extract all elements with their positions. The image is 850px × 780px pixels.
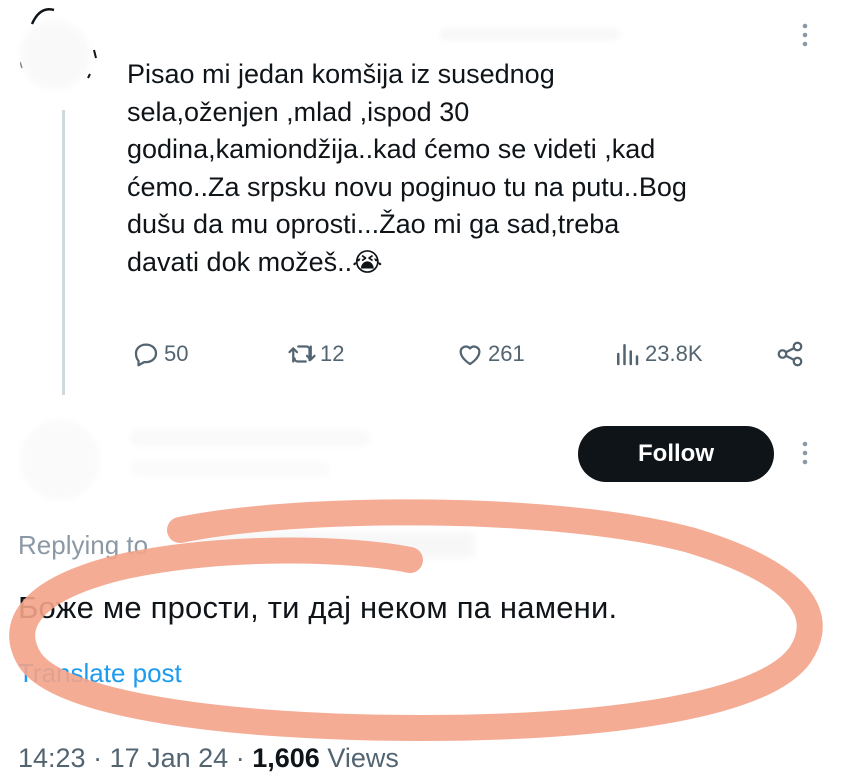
- follow-button[interactable]: Follow: [578, 426, 774, 482]
- post-meta: 14:23 · 17 Jan 24 · 1,606 Views: [18, 743, 399, 774]
- tweet-body: Pisao mi jedan komšija iz susednog sela,…: [127, 59, 687, 277]
- views-icon: [617, 344, 639, 366]
- username-redacted: [440, 28, 620, 40]
- replying-to: Replying to: [18, 530, 148, 561]
- replying-handle-redacted: [195, 532, 475, 558]
- meta-separator: ·: [93, 743, 110, 773]
- post-views-label: Views: [327, 743, 399, 773]
- reply-more-icon[interactable]: [800, 440, 810, 470]
- reply-count: 50: [164, 341, 189, 366]
- retweet-count: 12: [320, 341, 345, 366]
- share-icon: [777, 341, 803, 367]
- views-button[interactable]: 23.8K: [612, 336, 703, 372]
- translate-post-link[interactable]: Translate post: [18, 658, 182, 689]
- more-icon[interactable]: [800, 22, 810, 52]
- reply-name-redacted: [130, 430, 370, 446]
- post-views-count: 1,606: [252, 743, 320, 773]
- crying-emoji: 😭: [352, 246, 383, 277]
- post-time: 14:23: [18, 743, 86, 773]
- retweet-icon: [288, 345, 316, 363]
- views-count: 23.8K: [645, 341, 703, 366]
- meta-separator: ·: [235, 743, 253, 773]
- avatar-edge-marks: [20, 8, 97, 79]
- share-button[interactable]: [775, 336, 805, 372]
- thread-line: [62, 110, 65, 395]
- reply-avatar-redacted: [20, 420, 100, 500]
- like-count: 261: [488, 341, 525, 366]
- tweet-text: Pisao mi jedan komšija iz susednog sela,…: [127, 56, 827, 281]
- like-button[interactable]: 261: [455, 336, 525, 372]
- reply-icon: [134, 343, 158, 367]
- reply-handle-redacted: [130, 462, 330, 476]
- reply-button[interactable]: 50: [131, 336, 188, 372]
- like-icon: [459, 345, 481, 366]
- reply-text: Боже ме прости, ти дај неком па намени.: [18, 590, 618, 625]
- post-date: 17 Jan 24: [109, 743, 229, 773]
- replying-to-label: Replying to: [18, 530, 149, 560]
- retweet-button[interactable]: 12: [287, 336, 344, 372]
